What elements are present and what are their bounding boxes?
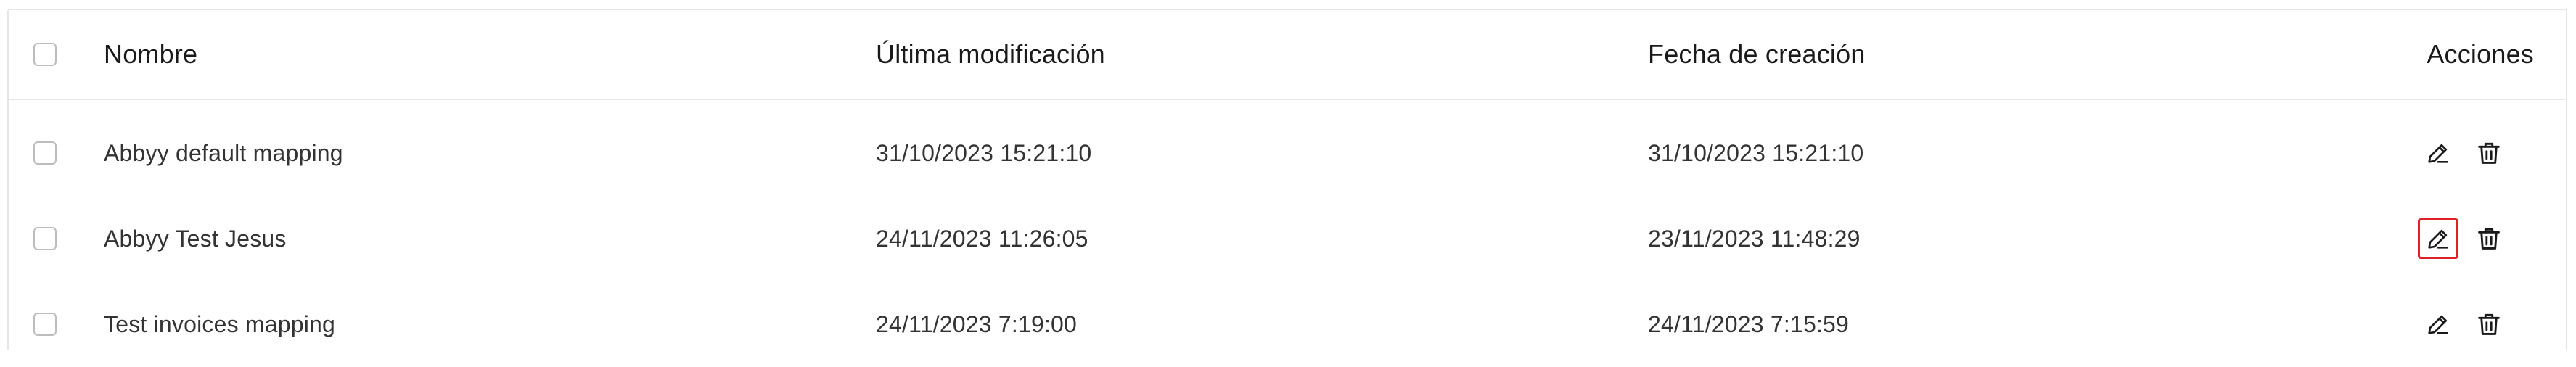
column-header-created-label: Fecha de creación	[1648, 39, 1866, 69]
trash-icon	[2478, 142, 2500, 164]
row-created-date: 23/11/2023 11:48:29	[1648, 225, 1861, 252]
row-name: Abbyy default mapping	[104, 139, 343, 166]
row-name-cell: Abbyy default mapping	[104, 110, 343, 196]
row-modified-date: 24/11/2023 11:26:05	[876, 225, 1088, 252]
pencil-icon	[2428, 229, 2449, 249]
table-row[interactable]: Abbyy Test Jesus 24/11/2023 11:26:05 23/…	[9, 196, 2566, 281]
row-checkbox[interactable]	[33, 141, 57, 165]
row-created-date: 31/10/2023 15:21:10	[1648, 139, 1864, 166]
edit-button[interactable]	[2418, 304, 2458, 345]
row-modified-cell: 24/11/2023 11:26:05	[876, 196, 1088, 281]
table-header: Nombre Última modificación Fecha de crea…	[9, 10, 2566, 100]
edit-button[interactable]	[2418, 218, 2458, 259]
select-all-cell	[33, 10, 62, 99]
table-row[interactable]: Test invoices mapping 24/11/2023 7:19:00…	[9, 281, 2566, 367]
column-header-name[interactable]: Nombre	[104, 10, 197, 99]
pencil-icon	[2428, 144, 2449, 163]
row-actions-cell	[2418, 196, 2534, 281]
row-created-cell: 24/11/2023 7:15:59	[1648, 281, 1849, 367]
mappings-table: Nombre Última modificación Fecha de crea…	[7, 9, 2567, 350]
row-created-cell: 23/11/2023 11:48:29	[1648, 196, 1861, 281]
row-created-cell: 31/10/2023 15:21:10	[1648, 110, 1863, 196]
column-header-actions-label: Acciones	[2427, 39, 2534, 69]
select-all-checkbox[interactable]	[33, 43, 57, 66]
row-modified-date: 31/10/2023 15:21:10	[876, 139, 1092, 166]
row-checkbox[interactable]	[33, 313, 57, 336]
row-modified-cell: 24/11/2023 7:19:00	[876, 281, 1077, 367]
delete-button[interactable]	[2469, 218, 2509, 259]
column-header-actions: Acciones	[2427, 10, 2534, 99]
row-created-date: 24/11/2023 7:15:59	[1648, 310, 1850, 337]
row-actions	[2418, 133, 2509, 173]
row-select-cell	[33, 281, 62, 367]
row-name-cell: Test invoices mapping	[104, 281, 335, 367]
row-select-cell	[33, 196, 62, 281]
row-actions-cell	[2418, 110, 2534, 196]
row-name: Abbyy Test Jesus	[104, 225, 287, 252]
row-name-cell: Abbyy Test Jesus	[104, 196, 287, 281]
column-header-created[interactable]: Fecha de creación	[1648, 10, 1866, 99]
row-actions-cell	[2418, 281, 2534, 367]
row-select-cell	[33, 110, 62, 196]
column-header-name-label: Nombre	[104, 39, 198, 69]
trash-icon	[2478, 228, 2500, 250]
trash-icon	[2478, 313, 2500, 335]
column-header-modified-label: Última modificación	[876, 39, 1105, 69]
row-actions	[2418, 304, 2509, 345]
pencil-icon	[2428, 315, 2449, 334]
row-actions	[2418, 218, 2509, 259]
row-checkbox[interactable]	[33, 227, 57, 250]
column-header-modified[interactable]: Última modificación	[876, 10, 1105, 99]
edit-button[interactable]	[2418, 133, 2458, 173]
delete-button[interactable]	[2469, 304, 2509, 345]
row-modified-cell: 31/10/2023 15:21:10	[876, 110, 1091, 196]
delete-button[interactable]	[2469, 133, 2509, 173]
row-modified-date: 24/11/2023 7:19:00	[876, 310, 1078, 337]
table-row[interactable]: Abbyy default mapping 31/10/2023 15:21:1…	[9, 110, 2566, 196]
row-name: Test invoices mapping	[104, 310, 336, 337]
